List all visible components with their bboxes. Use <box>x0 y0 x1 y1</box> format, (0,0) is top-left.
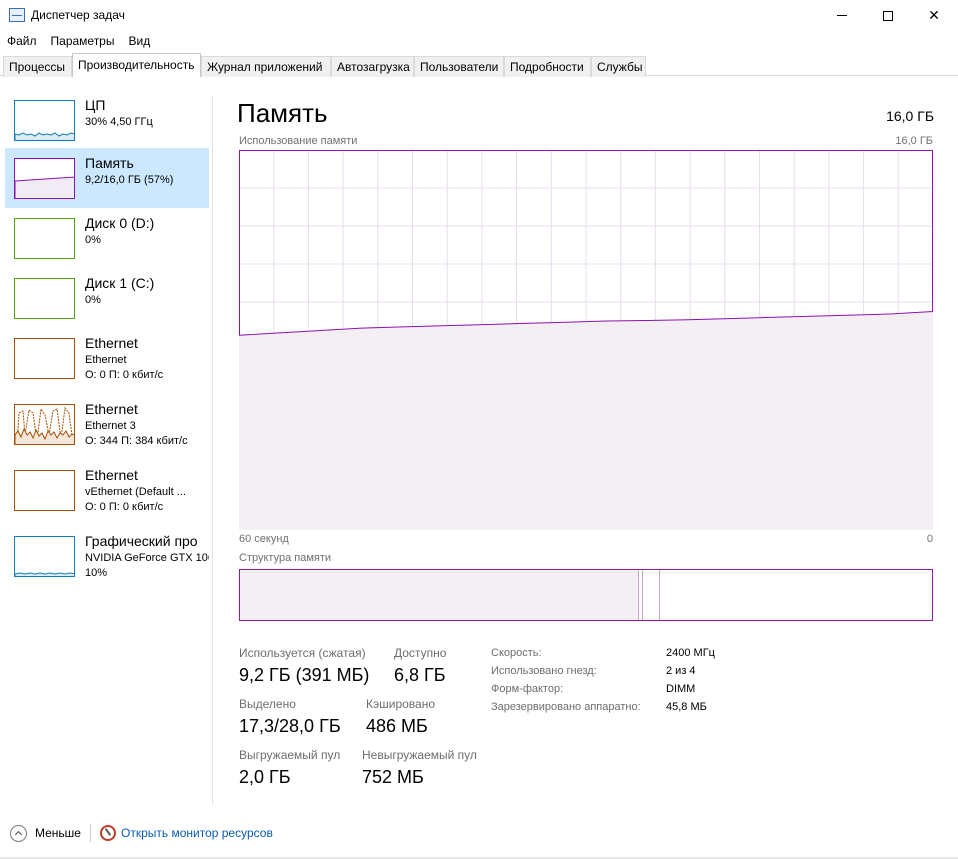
resource-detail: vEthernet (Default ... <box>85 486 186 498</box>
close-icon: ✕ <box>928 7 940 23</box>
tab-processes[interactable]: Процессы <box>3 56 72 77</box>
maximize-icon <box>883 10 893 21</box>
in-use-label: Используется (сжатая) <box>239 646 366 660</box>
task-manager-icon <box>9 8 25 22</box>
committed-label: Выделено <box>239 697 296 711</box>
form-factor-label: Форм-фактор: <box>491 683 564 695</box>
pane-divider <box>212 97 213 805</box>
resource-detail: 30% 4,50 ГГц <box>85 116 153 128</box>
resource-throughput: О: 344 П: 384 кбит/с <box>85 435 188 447</box>
resource-name: Ethernet <box>85 335 138 351</box>
tab-performance[interactable]: Производительность <box>72 53 201 77</box>
resource-detail: 0% <box>85 234 101 246</box>
resource-name: Память <box>85 155 134 171</box>
resource-throughput: О: 0 П: 0 кбит/с <box>85 501 164 513</box>
resource-name: Диск 1 (C:) <box>85 275 155 291</box>
composition-modified <box>642 570 660 620</box>
page-title: Память <box>237 98 328 128</box>
available-value: 6,8 ГБ <box>394 665 446 685</box>
disk-0-thumbnail <box>14 218 75 259</box>
vethernet-thumbnail <box>14 470 75 511</box>
resource-name: Графический про <box>85 533 198 549</box>
resource-disk-1[interactable]: Диск 1 (C:) 0% <box>5 268 209 328</box>
resource-detail: 0% <box>85 294 101 306</box>
maximize-button[interactable] <box>865 0 911 31</box>
memory-usage-chart <box>239 150 933 530</box>
resource-vethernet[interactable]: Ethernet vEthernet (Default ... О: 0 П: … <box>5 460 209 520</box>
chart-label: Использование памяти <box>239 135 358 147</box>
chart-max-label: 16,0 ГБ <box>895 135 933 147</box>
resource-name: ЦП <box>85 97 106 113</box>
form-factor-value: DIMM <box>666 683 696 695</box>
menu-view[interactable]: Вид <box>121 31 157 51</box>
fewer-details-button[interactable]: Меньше <box>35 826 81 840</box>
ethernet-3-thumbnail <box>14 404 75 445</box>
close-button[interactable]: ✕ <box>911 0 957 31</box>
composition-in-use <box>240 570 639 620</box>
gpu-thumbnail <box>14 536 75 577</box>
resource-ethernet-1[interactable]: Ethernet Ethernet О: 0 П: 0 кбит/с <box>5 328 209 388</box>
menu-bar: Файл Параметры Вид <box>0 31 958 51</box>
tab-services[interactable]: Службы <box>591 56 646 77</box>
footer: Меньше Открыть монитор ресурсов <box>0 818 958 848</box>
memory-thumbnail <box>14 158 75 199</box>
resource-name: Ethernet <box>85 467 138 483</box>
resource-cpu[interactable]: ЦП 30% 4,50 ГГц <box>5 90 209 150</box>
chart-x-start: 60 секунд <box>239 533 289 545</box>
resource-memory[interactable]: Память 9,2/16,0 ГБ (57%) <box>5 148 209 208</box>
cached-value: 486 МБ <box>366 716 428 736</box>
slots-label: Использовано гнезд: <box>491 665 597 677</box>
hardware-reserved-value: 45,8 МБ <box>666 701 707 713</box>
resource-list: ЦП 30% 4,50 ГГц Память 9,2/16,0 ГБ (57%)… <box>0 77 213 804</box>
resource-throughput: О: 0 П: 0 кбит/с <box>85 369 164 381</box>
open-resource-monitor-link[interactable]: Открыть монитор ресурсов <box>121 826 273 840</box>
speed-label: Скорость: <box>491 647 542 659</box>
available-label: Доступно <box>394 646 447 660</box>
structure-label: Структура памяти <box>239 552 332 564</box>
window-title: Диспетчер задач <box>31 8 125 22</box>
resource-name: Ethernet <box>85 401 138 417</box>
minimize-button[interactable] <box>819 0 865 31</box>
resource-ethernet-3[interactable]: Ethernet Ethernet 3 О: 344 П: 384 кбит/с <box>5 394 209 454</box>
minimize-icon <box>837 15 847 16</box>
cached-label: Кэшировано <box>366 697 436 711</box>
title-bar: Диспетчер задач ✕ <box>0 0 958 31</box>
tab-users[interactable]: Пользователи <box>414 56 504 77</box>
disk-1-thumbnail <box>14 278 75 319</box>
tab-app-history[interactable]: Журнал приложений <box>201 56 331 77</box>
footer-separator <box>90 824 91 842</box>
resource-name: Диск 0 (D:) <box>85 215 155 231</box>
memory-series-area <box>239 311 933 530</box>
resource-disk-0[interactable]: Диск 0 (D:) 0% <box>5 208 209 268</box>
menu-file[interactable]: Файл <box>0 31 44 51</box>
tab-details[interactable]: Подробности <box>504 56 591 77</box>
tab-startup[interactable]: Автозагрузка <box>331 56 414 77</box>
committed-value: 17,3/28,0 ГБ <box>239 716 341 736</box>
resource-monitor-icon[interactable] <box>100 825 116 841</box>
slots-value: 2 из 4 <box>666 665 696 677</box>
resource-detail: Ethernet 3 <box>85 420 136 432</box>
menu-options[interactable]: Параметры <box>44 31 122 51</box>
tab-strip: Процессы Производительность Журнал прило… <box>0 53 958 77</box>
resource-detail: NVIDIA GeForce GTX 106 <box>85 552 209 564</box>
ethernet-1-thumbnail <box>14 338 75 379</box>
chart-x-end: 0 <box>926 533 933 545</box>
memory-composition-bar <box>239 569 933 621</box>
nonpaged-pool-value: 752 МБ <box>362 767 424 787</box>
nonpaged-pool-label: Невыгружаемый пул <box>362 748 477 762</box>
resource-gpu[interactable]: Графический про NVIDIA GeForce GTX 106 1… <box>5 526 209 586</box>
speed-value: 2400 МГц <box>666 647 715 659</box>
paged-pool-label: Выгружаемый пул <box>239 748 341 762</box>
chevron-up-icon[interactable] <box>10 825 27 842</box>
hardware-reserved-label: Зарезервировано аппаратно: <box>491 701 641 713</box>
resource-usage: 10% <box>85 567 108 579</box>
paged-pool-value: 2,0 ГБ <box>239 767 291 787</box>
in-use-value: 9,2 ГБ (391 МБ) <box>239 665 370 685</box>
cpu-thumbnail <box>14 100 75 141</box>
resource-detail: Ethernet <box>85 354 127 366</box>
memory-total: 16,0 ГБ <box>886 108 934 124</box>
resource-detail: 9,2/16,0 ГБ (57%) <box>85 174 174 186</box>
